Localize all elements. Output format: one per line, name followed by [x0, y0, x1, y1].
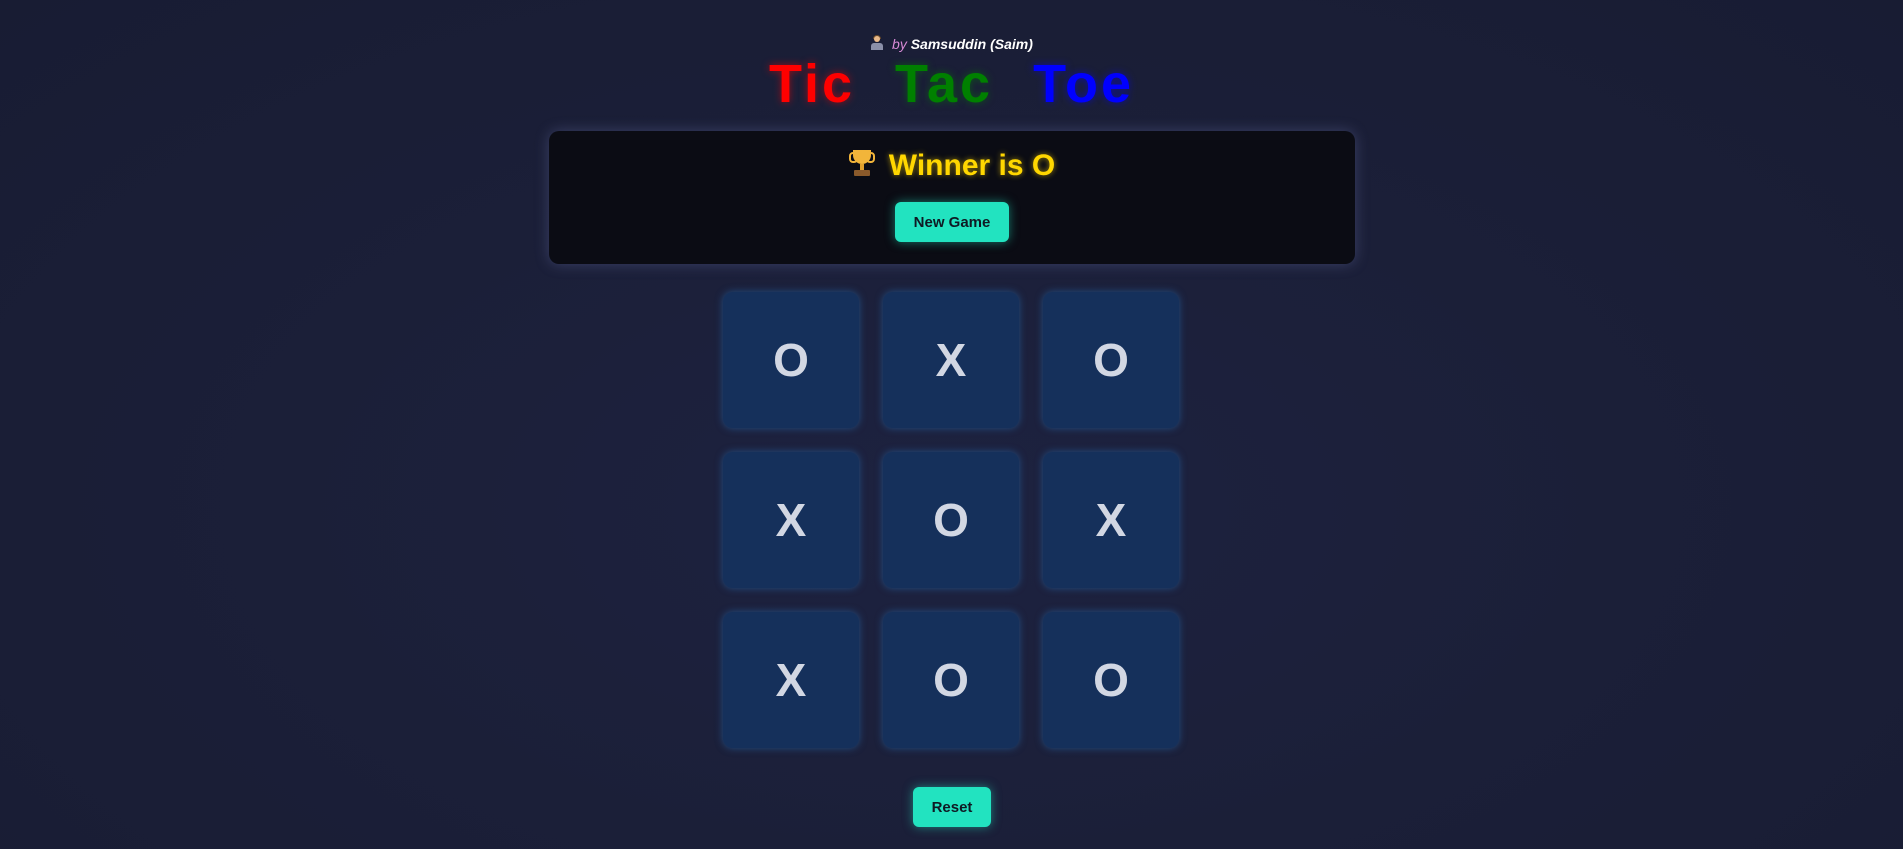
new-game-button[interactable]: New Game [895, 202, 1009, 242]
board-cell-7[interactable]: X [723, 612, 859, 748]
reset-button[interactable]: Reset [913, 787, 991, 827]
winner-message: Winner is O [888, 149, 1056, 182]
game-board: O X O X O X X O O [723, 292, 1180, 749]
title-word-tac: Tac [895, 54, 994, 114]
status-panel: Winner is O New Game [549, 131, 1355, 264]
technologist-icon [870, 35, 884, 50]
title-word-toe: Toe [1033, 54, 1135, 114]
board-cell-4[interactable]: X [723, 452, 859, 588]
byline: by Samsuddin (Saim) [0, 35, 1903, 53]
board-cell-5[interactable]: O [883, 452, 1019, 588]
board-cell-2[interactable]: X [883, 292, 1019, 428]
board-cell-6[interactable]: X [1043, 452, 1179, 588]
title-word-tic: Tic [768, 54, 855, 114]
board-cell-8[interactable]: O [883, 612, 1019, 748]
board-cell-1[interactable]: O [723, 292, 859, 428]
page-title: Tic Tac Toe [0, 52, 1903, 116]
board-cell-3[interactable]: O [1043, 292, 1179, 428]
board-cell-9[interactable]: O [1043, 612, 1179, 748]
author-name: Samsuddin (Saim) [910, 36, 1033, 52]
winner-status: Winner is O [549, 148, 1355, 184]
trophy-icon [848, 148, 875, 178]
byline-prefix: by [892, 36, 907, 52]
